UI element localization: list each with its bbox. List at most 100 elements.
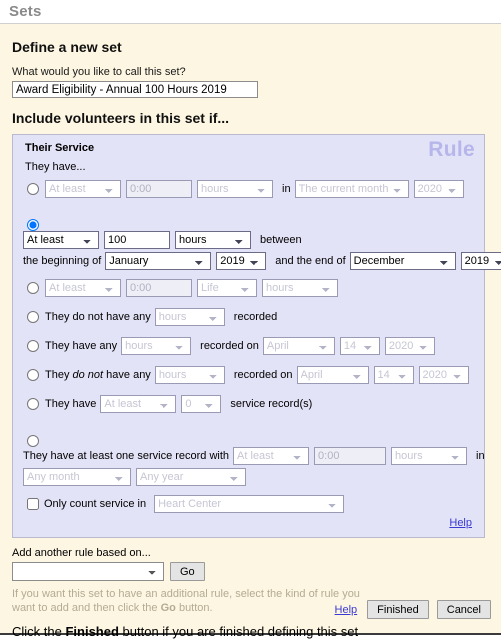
- hint-part-c: button.: [175, 602, 213, 614]
- rule5-month-select[interactable]: April: [262, 337, 335, 355]
- rule8-line-1: They have at least one service record wi…: [23, 447, 489, 465]
- rule5-prefix-label: They have any: [45, 340, 118, 352]
- only-count-service-select[interactable]: Heart Center: [154, 495, 345, 513]
- rule1-amount-input[interactable]: [126, 180, 192, 198]
- add-rule-label: Add another rule based on...: [12, 547, 151, 559]
- finish-part-c: button if you are finished defining this…: [118, 624, 359, 639]
- finished-button[interactable]: Finished: [367, 600, 429, 619]
- rule-option-row-1: At least hours in The current month 2020: [23, 178, 474, 200]
- rule6-prefix-emphasis: do not: [72, 369, 104, 381]
- rule2-end-year-select[interactable]: 2019: [460, 252, 501, 270]
- rule-option-row-6: They do not have any hours recorded on A…: [23, 364, 474, 386]
- rule-radio-8[interactable]: [27, 435, 39, 447]
- rule8-in-label: in: [476, 450, 485, 462]
- rule6-unit-select[interactable]: hours: [154, 366, 225, 384]
- rule8-amount-input[interactable]: [314, 447, 387, 465]
- rule1-unit-select[interactable]: hours: [197, 180, 273, 198]
- finish-part-a: Click the: [12, 624, 66, 639]
- rule8-year-select[interactable]: Any year: [136, 468, 246, 486]
- rule2-end-month-select[interactable]: December: [349, 252, 456, 270]
- rule2-start-year-select[interactable]: 2019: [216, 252, 267, 270]
- bottom-section: Add another rule based on... Go If you w…: [0, 538, 501, 639]
- rule2-line-1: At least hours between: [23, 231, 501, 249]
- rule7-suffix-label: service record(s): [230, 398, 313, 410]
- rule6-suffix-label: recorded on: [233, 369, 293, 381]
- rule-option-row-3: At least Life hours: [23, 277, 474, 299]
- rule6-prefix-b: have any: [103, 369, 151, 381]
- set-name-label: What would you like to call this set?: [12, 66, 186, 78]
- rule-panel: Rule Their Service They have... At least…: [12, 134, 501, 538]
- rule-radio-3[interactable]: [27, 282, 39, 294]
- rule1-comparator-select[interactable]: At least: [45, 180, 121, 198]
- rule-help-row: Help: [23, 517, 472, 529]
- rule1-in-label: in: [282, 183, 291, 195]
- rule4-suffix-label: recorded: [233, 311, 278, 323]
- finish-bold: Finished: [65, 624, 119, 639]
- cancel-button[interactable]: Cancel: [436, 600, 491, 619]
- rule4-unit-select[interactable]: hours: [154, 308, 225, 326]
- rule5-unit-select[interactable]: hours: [121, 337, 192, 355]
- rule4-prefix-label: They do not have any: [45, 311, 151, 323]
- rule8-prefix-label: They have at least one service record wi…: [23, 450, 230, 462]
- rule-watermark: Rule: [428, 138, 475, 161]
- rule-radio-5[interactable]: [27, 340, 39, 352]
- rule5-year-select[interactable]: 2020: [384, 337, 435, 355]
- rule3-amount-input[interactable]: [126, 279, 192, 297]
- include-volunteers-heading: Include volunteers in this set if...: [12, 110, 230, 126]
- rule8-month-select[interactable]: Any month: [23, 468, 131, 486]
- add-rule-select[interactable]: [12, 562, 164, 581]
- rule-option-row-8: They have at least one service record wi…: [23, 422, 485, 486]
- rule6-month-select[interactable]: April: [296, 366, 369, 384]
- add-rule-hint: If you want this set to have an addition…: [12, 587, 360, 615]
- rule2-beginning-label: the beginning of: [23, 255, 102, 267]
- rule3-scope-select[interactable]: Life: [197, 279, 257, 297]
- sets-page: Sets Define a new set What would you lik…: [0, 0, 501, 639]
- rule-radio-6[interactable]: [27, 369, 39, 381]
- rule6-year-select[interactable]: 2020: [418, 366, 469, 384]
- rule7-comparator-select[interactable]: At least: [100, 395, 177, 413]
- rule-option-row-5: They have any hours recorded on April 14…: [23, 335, 474, 357]
- rule5-day-select[interactable]: 14: [339, 337, 380, 355]
- rule-radio-1[interactable]: [27, 183, 39, 195]
- rule1-year-select[interactable]: 2020: [413, 180, 464, 198]
- rule3-unit-select[interactable]: hours: [262, 279, 338, 297]
- rule6-prefix-a: They: [45, 369, 73, 381]
- rule5-suffix-label: recorded on: [200, 340, 259, 352]
- rule2-comparator-select[interactable]: At least: [23, 231, 99, 249]
- rule-panel-intro: They have...: [25, 161, 86, 173]
- window-titlebar: Sets: [0, 0, 501, 24]
- rule-option-row-4: They do not have any hours recorded: [23, 306, 474, 328]
- rule-help-link[interactable]: Help: [449, 517, 472, 529]
- rule8-comparator-select[interactable]: At least: [233, 447, 310, 465]
- rule2-start-month-select[interactable]: January: [105, 252, 212, 270]
- rule-radio-7[interactable]: [27, 398, 39, 410]
- rule1-period-select[interactable]: The current month: [294, 180, 409, 198]
- rule2-unit-select[interactable]: hours: [175, 231, 251, 249]
- only-count-service-row: Only count service in Heart Center: [23, 495, 474, 513]
- go-button[interactable]: Go: [170, 562, 205, 581]
- rule-panel-title: Their Service: [25, 142, 95, 154]
- rule2-line-2: the beginning of January 2019 and the en…: [23, 252, 501, 270]
- footer-help-link[interactable]: Help: [335, 604, 358, 616]
- define-new-set-heading: Define a new set: [12, 39, 122, 55]
- rule2-amount-input[interactable]: [104, 231, 170, 249]
- rule2-between-label: between: [260, 234, 302, 246]
- rule2-end-label: and the end of: [275, 255, 346, 267]
- footer-actions: Help Finished Cancel: [335, 600, 491, 619]
- rule6-day-select[interactable]: 14: [373, 366, 414, 384]
- rule-radio-2[interactable]: [27, 219, 39, 231]
- rule3-comparator-select[interactable]: At least: [45, 279, 121, 297]
- rule7-prefix-label: They have: [45, 398, 97, 410]
- rule-option-row-7: They have At least 0 service record(s): [23, 393, 474, 415]
- rule-radio-4[interactable]: [27, 311, 39, 323]
- set-name-input[interactable]: [12, 81, 258, 98]
- rule7-count-select[interactable]: 0: [181, 395, 222, 413]
- rule6-prefix-label: They do not have any: [45, 369, 151, 381]
- only-count-service-checkbox[interactable]: [27, 498, 39, 510]
- page-title: Sets: [9, 3, 42, 20]
- rule8-unit-select[interactable]: hours: [391, 447, 468, 465]
- page-content: Define a new set What would you like to …: [0, 24, 501, 538]
- add-rule-line: Go: [12, 562, 489, 581]
- finish-instruction: Click the Finished button if you are fin…: [12, 624, 489, 639]
- hint-go-bold: Go: [160, 602, 176, 614]
